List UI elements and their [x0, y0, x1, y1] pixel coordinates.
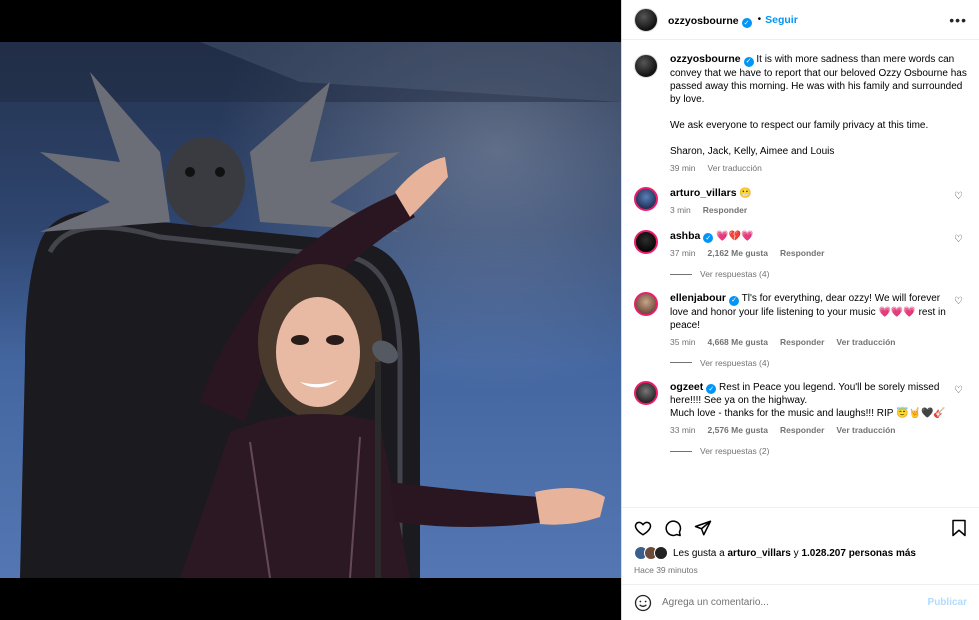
- share-paper-plane-icon[interactable]: [694, 519, 712, 537]
- post-caption: ozzyosbourne ✓ It is with more sadness th…: [634, 53, 967, 175]
- post-panel: ozzyosbourne ✓ • Seguir ••• ozzyosbourne ✓…: [621, 0, 979, 620]
- comment-body: arturo_villars 😬 3 min Responder: [670, 187, 752, 217]
- comment-item: ashba ✓ 💗💔💗 37 min 2,162 Me gusta Respond…: [634, 229, 967, 261]
- view-replies-label[interactable]: Ver respuestas (4): [700, 358, 769, 368]
- comment-likes[interactable]: 2,162 Me gusta: [708, 247, 768, 260]
- commenter-avatar[interactable]: [634, 229, 658, 254]
- view-replies[interactable]: Ver respuestas (4): [670, 358, 967, 368]
- likes-count-link[interactable]: 1.028.207 personas más: [801, 548, 916, 559]
- commenter-username[interactable]: ellenjabour: [670, 292, 726, 304]
- likes-summary: Les gusta a arturo_villars y 1.028.207 p…: [634, 546, 967, 560]
- view-replies[interactable]: Ver respuestas (4): [670, 269, 967, 279]
- ellipsis-icon[interactable]: •••: [949, 12, 967, 28]
- likes-text: Les gusta a arturo_villars y 1.028.207 p…: [673, 548, 916, 559]
- verified-badge-icon: ✓: [729, 295, 740, 306]
- comment-time: 33 min: [670, 425, 696, 435]
- likes-prefix: Les gusta a: [673, 547, 725, 559]
- comment-text: 💗💔💗: [716, 230, 754, 242]
- reply-link[interactable]: Responder: [780, 424, 824, 437]
- caption-paragraph: We ask everyone to respect our family pr…: [670, 119, 929, 131]
- author-avatar[interactable]: [634, 7, 658, 32]
- post-actions: Les gusta a arturo_villars y 1.028.207 p…: [622, 507, 979, 583]
- comment-likes[interactable]: 2,576 Me gusta: [708, 424, 768, 437]
- replies-line: [670, 362, 692, 363]
- commenter-avatar[interactable]: [634, 380, 658, 405]
- post-header: ozzyosbourne ✓ • Seguir •••: [622, 0, 979, 40]
- comment-input[interactable]: [662, 597, 928, 608]
- replies-line: [670, 450, 692, 452]
- comment-item: ellenjabour ✓ Tl's for everything, dear o…: [634, 292, 967, 349]
- commenter-username[interactable]: ogzeet: [670, 381, 703, 393]
- like-comment-heart-icon[interactable]: ♡: [954, 191, 963, 202]
- comment-item: arturo_villars 😬 3 min Responder ♡: [634, 186, 967, 217]
- caption-time: 39 min: [670, 162, 696, 173]
- comment-body: ashba ✓ 💗💔💗 37 min 2,162 Me gusta Respond…: [670, 230, 824, 261]
- likes-user-link[interactable]: arturo_villars: [728, 548, 791, 559]
- caption-paragraph: Sharon, Jack, Kelly, Aimee and Louis: [670, 145, 835, 157]
- comment-meta: 33 min 2,576 Me gusta Responder Ver traducc…: [670, 424, 950, 437]
- action-icons: [634, 516, 967, 540]
- follow-button[interactable]: Seguir: [765, 14, 798, 26]
- comment-meta: 35 min 4,668 Me gusta Responder Ver trad…: [670, 336, 950, 349]
- like-heart-icon[interactable]: [634, 519, 652, 537]
- comment-body: ogzeet ✓ Rest in Peace you legend. You'll…: [670, 381, 950, 438]
- comment-item: ogzeet ✓ Rest in Peace you legend. You'll…: [634, 380, 967, 438]
- comment-meta: 3 min Responder: [670, 204, 752, 217]
- author-name-wrap: ozzyosbourne ✓: [668, 11, 752, 29]
- caption-meta: 39 min Ver traducción: [670, 162, 967, 175]
- comment-likes[interactable]: 4,668 Me gusta: [708, 336, 768, 349]
- publish-button[interactable]: Publicar: [928, 597, 967, 608]
- post-timestamp[interactable]: Hace 39 minutos: [634, 565, 967, 575]
- liker-avatar: [654, 546, 668, 560]
- separator-dot: •: [757, 14, 762, 25]
- commenter-username[interactable]: ashba: [670, 230, 700, 242]
- verified-badge-icon: ✓: [743, 56, 754, 67]
- comment-meta: 37 min 2,162 Me gusta Responder: [670, 247, 824, 260]
- caption-translate-link[interactable]: Ver traducción: [708, 162, 762, 175]
- comment-bubble-icon[interactable]: [664, 519, 682, 537]
- post-photo[interactable]: [0, 42, 621, 578]
- verified-badge-icon: ✓: [703, 233, 714, 243]
- reply-link[interactable]: Responder: [780, 247, 824, 260]
- comment-time: 35 min: [670, 336, 696, 347]
- reply-link[interactable]: Responder: [780, 336, 824, 349]
- caption-username[interactable]: ozzyosbourne: [670, 53, 741, 65]
- verified-badge-icon: ✓: [706, 384, 717, 394]
- comments-list[interactable]: ozzyosbourne ✓ It is with more sadness th…: [622, 41, 979, 507]
- comment-time: 37 min: [670, 248, 696, 258]
- verified-badge-icon: ✓: [741, 17, 752, 28]
- commenter-avatar[interactable]: [634, 186, 658, 211]
- post-media: [0, 0, 621, 620]
- emoji-smiley-icon[interactable]: [634, 594, 652, 612]
- post-photo-art: [0, 42, 621, 578]
- like-comment-heart-icon[interactable]: ♡: [954, 234, 963, 245]
- translate-link[interactable]: Ver traducción: [836, 336, 895, 349]
- caption-body: ozzyosbourne ✓ It is with more sadness th…: [670, 53, 967, 175]
- save-bookmark-icon[interactable]: [951, 519, 967, 537]
- view-replies-label[interactable]: Ver respuestas (2): [700, 446, 769, 456]
- caption-avatar[interactable]: [634, 54, 658, 78]
- comment-text: 😬: [739, 187, 752, 199]
- likes-and: y: [793, 547, 799, 559]
- like-comment-heart-icon[interactable]: ♡: [954, 385, 963, 396]
- commenter-username[interactable]: arturo_villars: [670, 187, 737, 199]
- view-replies-label[interactable]: Ver respuestas (4): [700, 269, 769, 279]
- comment-time: 3 min: [670, 204, 691, 215]
- comment-body: ellenjabour ✓ Tl's for everything, dear o…: [670, 292, 950, 349]
- view-replies[interactable]: Ver respuestas (2): [670, 446, 967, 456]
- like-comment-heart-icon[interactable]: ♡: [954, 296, 963, 307]
- replies-line: [670, 273, 692, 275]
- translate-link[interactable]: Ver traducción: [836, 424, 895, 437]
- reply-link[interactable]: Responder: [703, 204, 747, 217]
- comment-composer: Publicar: [622, 584, 979, 620]
- author-username[interactable]: ozzyosbourne: [668, 15, 739, 27]
- commenter-avatar[interactable]: [634, 292, 658, 316]
